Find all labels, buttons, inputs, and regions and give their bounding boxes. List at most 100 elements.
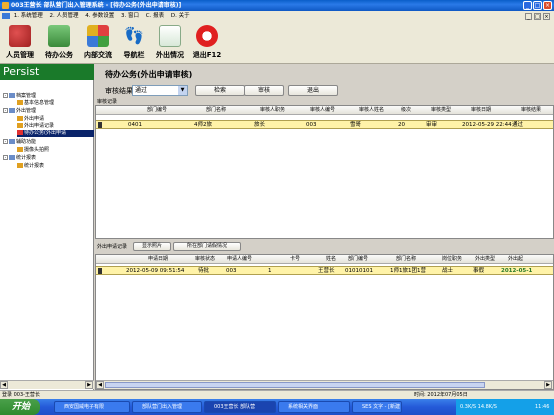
chevron-down-icon[interactable]: ▼ [178, 86, 187, 95]
close-button[interactable]: × [543, 1, 552, 10]
tree-node-archive[interactable]: - 档案管理 [3, 93, 36, 100]
cell: 20 [398, 122, 405, 128]
toggle-icon[interactable]: - [3, 155, 8, 160]
tree-label: 辅助功能 [16, 139, 37, 145]
tree-node-stats[interactable]: - 统计报表 [3, 155, 36, 162]
application-records-grid: 申请日期 审核状态 申请人编号 卡号 姓名 部门编号 部门名称 岗位职务 外出类… [95, 254, 554, 390]
tool-pending-button[interactable]: 待办公务 [40, 23, 78, 62]
page-icon [17, 163, 23, 168]
audit-result-select[interactable]: 通过 ▼ [132, 85, 188, 96]
tree-node-basic-info[interactable]: 基本信息管理 [17, 100, 54, 107]
table-row[interactable]: 2012-05-09 09:51:54 待批 003 1 王营长 0101010… [96, 266, 553, 275]
show-photo-button[interactable]: 显示照片 [133, 242, 171, 251]
task-item[interactable]: 系统相关界面 [278, 401, 350, 413]
tool-chat-label: 内部交流 [84, 51, 112, 59]
scroll-left-icon[interactable]: ◀ [96, 381, 104, 389]
menu-about[interactable]: D. 关于 [171, 13, 190, 19]
cell: 雪哥 [350, 122, 362, 128]
task-item[interactable]: 西安国威电子有限 [54, 401, 130, 413]
tree-node-pending-audit[interactable]: 待办公务(外出申请 [17, 130, 94, 137]
col-header[interactable]: 审核人职务 [260, 106, 285, 115]
grid-header: 部门编号 部门名称 审核人职务 审核人编号 审核人姓名 级次 审核类型 审核日期… [96, 106, 553, 115]
col-header[interactable]: 姓名 [326, 255, 336, 264]
col-header[interactable]: 部门编号 [348, 255, 368, 264]
scroll-right-icon[interactable]: ▶ [544, 381, 552, 389]
row-pointer-icon [98, 122, 102, 128]
menu-window[interactable]: 3. 窗口 [121, 13, 139, 19]
mdi-close-button[interactable]: × [543, 13, 550, 20]
start-button[interactable]: 开始 [0, 399, 40, 415]
maximize-button[interactable]: □ [533, 1, 542, 10]
col-header[interactable]: 岗位职务 [442, 255, 462, 264]
col-header[interactable]: 卡号 [290, 255, 300, 264]
toggle-icon[interactable]: - [3, 93, 8, 98]
toggle-icon[interactable]: - [3, 139, 8, 144]
tool-personnel-button[interactable]: 人员管理 [2, 23, 38, 62]
dept-leave-button[interactable]: 所在部门请假情况 [173, 242, 241, 251]
tool-nav-button[interactable]: 👣 导航栏 [117, 23, 151, 62]
grid-hscrollbar[interactable]: ◀ ▶ [96, 380, 553, 389]
row-pointer-icon [98, 268, 102, 274]
table-row[interactable]: 0401 4师2旅 旅长 003 雪哥 20 审审 2012-05-29 22:… [96, 120, 553, 129]
col-header[interactable]: 部门编号 [147, 106, 167, 115]
scroll-right-icon[interactable]: ▶ [85, 381, 93, 389]
status-bar: 登录 003-王营长 时间: 2012年07月05日 [0, 390, 554, 399]
scroll-thumb[interactable] [105, 382, 485, 388]
col-header[interactable]: 审核状态 [195, 255, 215, 264]
tree-node-outing[interactable]: - 外出管理 [3, 108, 36, 115]
tree-node-camera[interactable]: 摄像头拍照 [17, 147, 49, 154]
col-header[interactable]: 审核结果 [521, 106, 541, 115]
col-header[interactable]: 审核类型 [431, 106, 451, 115]
tree-node-stats-report[interactable]: 统计报表 [17, 163, 44, 170]
audit-button[interactable]: 审核 [244, 85, 284, 96]
tree-label: 基本信息管理 [24, 100, 55, 106]
col-header[interactable]: 级次 [401, 106, 411, 115]
cell: 战士 [442, 268, 454, 274]
tree-label: 档案管理 [16, 93, 37, 99]
col-header[interactable]: 部门名称 [206, 106, 226, 115]
col-header[interactable]: 审核日期 [471, 106, 491, 115]
task-item-active[interactable]: 003王营长 部队营 [204, 401, 276, 413]
tool-chat-button[interactable]: 内部交流 [80, 23, 116, 62]
tree-label: 待办公务(外出申请 [24, 130, 66, 136]
task-item[interactable]: 部队营门出入管理 [132, 401, 202, 413]
col-header[interactable]: 审核人姓名 [359, 106, 384, 115]
page-icon [17, 116, 23, 121]
power-icon [196, 25, 218, 47]
app-menu-icon[interactable] [2, 12, 10, 19]
people-icon [9, 25, 31, 47]
task-item[interactable]: SES 文字 - [新建 [352, 401, 402, 413]
tool-exit-button[interactable]: 退出F12 [190, 23, 224, 62]
tree-node-aux[interactable]: - 辅助功能 [3, 139, 36, 146]
cell: 1师1旅1团1营 [390, 268, 426, 274]
cell: 事假 [473, 268, 485, 274]
tree-label: 外出申请记录 [24, 123, 55, 129]
col-header[interactable]: 审核人编号 [310, 106, 335, 115]
taskbar: 开始 西安国威电子有限 部队营门出入管理 003王营长 部队营 系统相关界面 S… [0, 399, 554, 415]
col-header[interactable]: 外出类型 [475, 255, 495, 264]
folder-icon [9, 108, 15, 113]
menu-system[interactable]: 1. 系统管理 [14, 13, 43, 19]
scroll-left-icon[interactable]: ◀ [0, 381, 8, 389]
title-bar: 003王营长 部队营门出入管理系统 - [待办公务(外出申请审核)] [0, 0, 554, 11]
tool-outing-button[interactable]: 外出情况 [152, 23, 188, 62]
menu-params[interactable]: 4. 参数设置 [85, 13, 114, 19]
col-header[interactable]: 申请人编号 [227, 255, 252, 264]
col-header[interactable]: 部门名称 [396, 255, 416, 264]
exit-button[interactable]: 退出 [288, 85, 338, 96]
tree-node-outing-apply[interactable]: 外出申请 [17, 116, 44, 123]
toggle-icon[interactable]: - [3, 108, 8, 113]
search-button[interactable]: 检索 [195, 85, 245, 96]
menu-personnel[interactable]: 2. 人员管理 [50, 13, 79, 19]
tree-node-outing-records[interactable]: 外出申请记录 [17, 123, 54, 130]
grid1-caption: 审核记录 [97, 99, 118, 105]
cell: 2012-05-09 09:51:54 [126, 268, 185, 274]
cell: 4师2旅 [194, 122, 212, 128]
col-header[interactable]: 外出起 [508, 255, 523, 264]
mdi-minimize-button[interactable]: _ [525, 13, 532, 20]
mdi-restore-button[interactable]: □ [534, 13, 541, 20]
col-header[interactable]: 申请日期 [148, 255, 168, 264]
menu-report[interactable]: C. 报表 [146, 13, 164, 19]
nav-scrollbar[interactable]: ◀ ▶ [0, 380, 94, 389]
minimize-button[interactable]: _ [523, 1, 532, 10]
